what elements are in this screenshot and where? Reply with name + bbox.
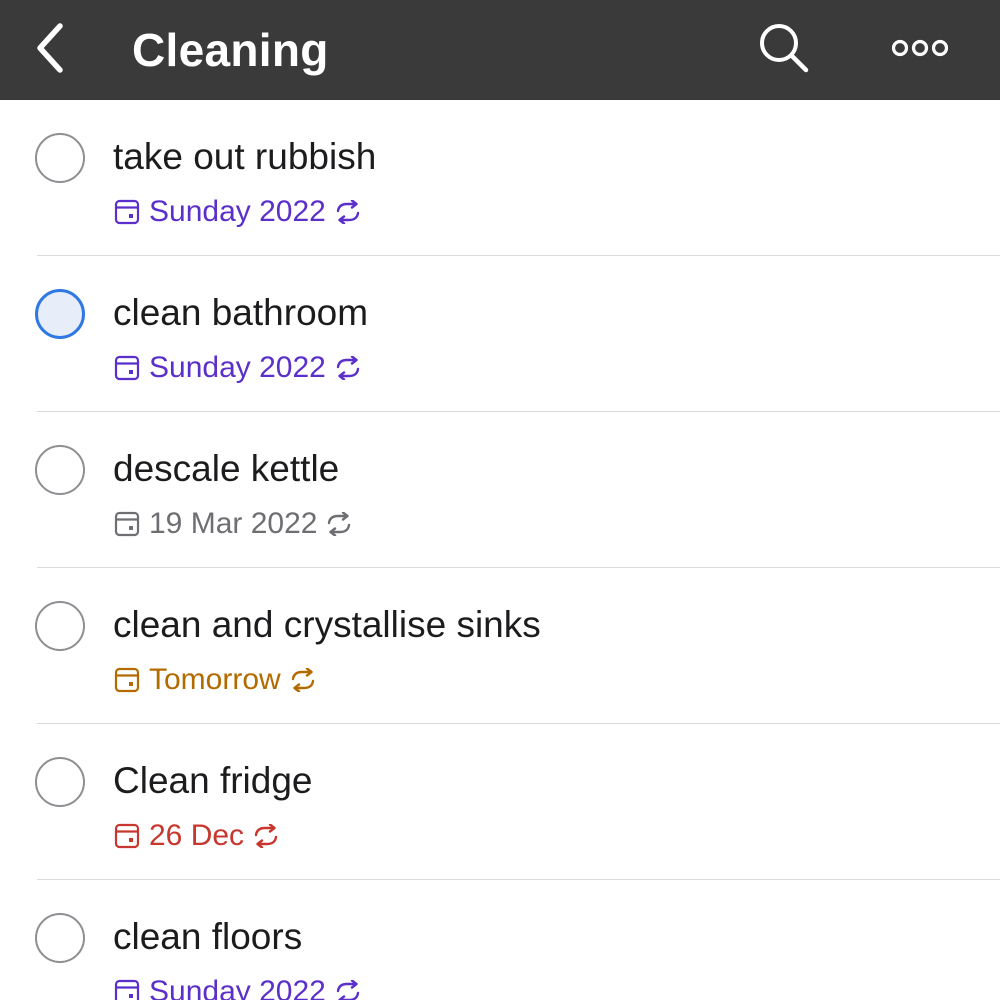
more-options-button[interactable]	[884, 20, 956, 80]
task-title: clean floors	[113, 916, 303, 957]
task-item[interactable]: clean bathroom Sunday 2022	[0, 256, 1000, 412]
calendar-icon	[114, 979, 140, 1000]
task-item[interactable]: clean and crystallise sinks Tomorrow	[0, 568, 1000, 724]
task-title: Clean fridge	[113, 760, 313, 801]
calendar-icon	[114, 511, 140, 537]
calendar-icon	[114, 823, 140, 849]
search-button[interactable]	[752, 20, 816, 80]
search-icon	[756, 20, 812, 81]
more-options-icon	[890, 36, 950, 65]
task-checkbox[interactable]	[35, 445, 85, 495]
calendar-icon	[114, 667, 140, 693]
repeat-icon	[289, 668, 317, 692]
back-button[interactable]	[22, 22, 78, 78]
task-due-date: 26 Dec	[149, 819, 245, 852]
task-title: clean and crystallise sinks	[113, 604, 541, 645]
task-item[interactable]: descale kettle 19 Mar 2022	[0, 412, 1000, 568]
task-checkbox[interactable]	[35, 289, 85, 339]
repeat-icon	[334, 200, 362, 224]
chevron-left-icon	[30, 22, 70, 79]
task-due-date: Sunday 2022	[149, 975, 326, 1000]
task-due-date: Tomorrow	[149, 663, 281, 696]
task-title: clean bathroom	[113, 292, 369, 333]
calendar-icon	[114, 355, 140, 381]
task-title: take out rubbish	[113, 136, 377, 177]
task-item[interactable]: clean floors Sunday 2022	[0, 880, 1000, 1000]
page-title: Cleaning	[132, 24, 329, 76]
task-due-date: 19 Mar 2022	[149, 507, 318, 540]
task-checkbox[interactable]	[35, 133, 85, 183]
task-item[interactable]: take out rubbish Sunday 2022	[0, 100, 1000, 256]
task-checkbox[interactable]	[35, 601, 85, 651]
task-due-info: Tomorrow	[114, 660, 317, 700]
task-due-date: Sunday 2022	[149, 351, 326, 384]
task-due-date: Sunday 2022	[149, 195, 326, 228]
task-due-info: 19 Mar 2022	[114, 504, 353, 544]
calendar-icon	[114, 199, 140, 225]
task-due-info: Sunday 2022	[114, 972, 362, 1000]
repeat-icon	[325, 512, 353, 536]
task-due-info: Sunday 2022	[114, 348, 362, 388]
task-list: take out rubbish Sunday 2022 clean bathr…	[0, 100, 1000, 1000]
task-due-info: 26 Dec	[114, 816, 280, 856]
task-checkbox[interactable]	[35, 913, 85, 963]
task-item[interactable]: Clean fridge 26 Dec	[0, 724, 1000, 880]
task-due-info: Sunday 2022	[114, 192, 362, 232]
repeat-icon	[334, 356, 362, 380]
repeat-icon	[334, 980, 362, 1000]
repeat-icon	[252, 824, 280, 848]
task-checkbox[interactable]	[35, 757, 85, 807]
top-bar: Cleaning	[0, 0, 1000, 100]
task-title: descale kettle	[113, 448, 340, 489]
